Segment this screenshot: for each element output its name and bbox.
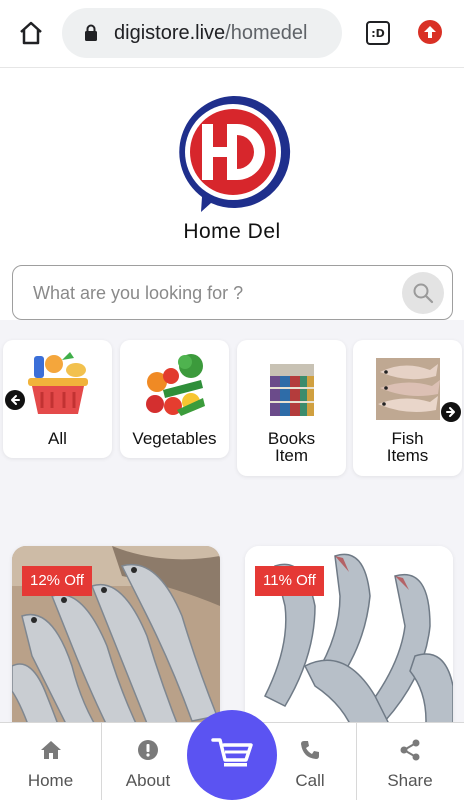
arrow-right-icon bbox=[446, 407, 455, 417]
nav-about[interactable]: About bbox=[101, 723, 195, 800]
nav-share-label: Share bbox=[387, 771, 433, 790]
browser-toolbar: digistore.live/homedel :D bbox=[0, 0, 464, 68]
discount-badge: 11% Off bbox=[255, 566, 324, 596]
lock-icon bbox=[85, 24, 97, 41]
nav-call-label: Call bbox=[295, 771, 325, 790]
nav-about-label: About bbox=[125, 771, 171, 790]
phone-icon bbox=[301, 741, 319, 759]
url-host: digistore.live bbox=[114, 21, 226, 44]
browser-home-button[interactable] bbox=[16, 18, 46, 48]
fish-icon bbox=[375, 358, 440, 420]
search-box[interactable]: What are you looking for ? bbox=[12, 265, 453, 320]
nav-home-label: Home bbox=[27, 771, 74, 790]
books-icon bbox=[269, 364, 314, 416]
url-path: /homedel bbox=[225, 21, 308, 44]
category-label: Books bbox=[267, 429, 316, 448]
arrow-up-icon bbox=[424, 26, 436, 38]
search-icon bbox=[413, 283, 434, 304]
category-label-line2: Items bbox=[386, 446, 429, 465]
nav-home[interactable]: Home bbox=[0, 723, 101, 800]
share-icon bbox=[400, 739, 420, 761]
search-button[interactable] bbox=[402, 272, 444, 314]
carousel-next-button[interactable] bbox=[441, 402, 461, 422]
carousel-prev-button[interactable] bbox=[5, 390, 25, 410]
nav-share[interactable]: Share bbox=[356, 723, 464, 800]
shopping-cart-icon bbox=[211, 738, 253, 767]
category-books[interactable]: Books Item bbox=[237, 340, 346, 476]
category-vegetables[interactable]: Vegetables bbox=[120, 340, 229, 458]
tab-switcher-button[interactable]: :D bbox=[366, 21, 390, 45]
info-exclamation-icon bbox=[138, 740, 158, 760]
arrow-left-icon bbox=[11, 395, 20, 405]
category-label: All bbox=[48, 429, 67, 448]
category-label-line2: Item bbox=[274, 446, 309, 465]
category-label: Fish bbox=[391, 429, 424, 448]
vegetables-icon bbox=[145, 354, 205, 416]
category-carousel: All Vegetables Books Item Fish Items bbox=[0, 340, 464, 480]
grocery-basket-icon bbox=[27, 352, 88, 414]
discount-badge: 12% Off bbox=[22, 566, 92, 596]
store-header: Home Del What are you looking for ? bbox=[0, 68, 464, 320]
home-icon bbox=[40, 741, 61, 759]
search-input[interactable]: What are you looking for ? bbox=[33, 283, 243, 304]
home-icon bbox=[20, 21, 42, 45]
nav-call[interactable]: Call bbox=[264, 723, 356, 800]
home-del-logo bbox=[179, 95, 291, 212]
product-card[interactable]: 12% Off bbox=[12, 546, 220, 736]
category-label: Vegetables bbox=[132, 429, 217, 448]
cart-button[interactable] bbox=[187, 710, 277, 800]
update-button[interactable] bbox=[418, 20, 442, 44]
address-bar[interactable]: digistore.live/homedel bbox=[62, 8, 342, 58]
store-name: Home Del bbox=[183, 220, 281, 243]
product-card[interactable]: 11% Off bbox=[245, 546, 453, 736]
